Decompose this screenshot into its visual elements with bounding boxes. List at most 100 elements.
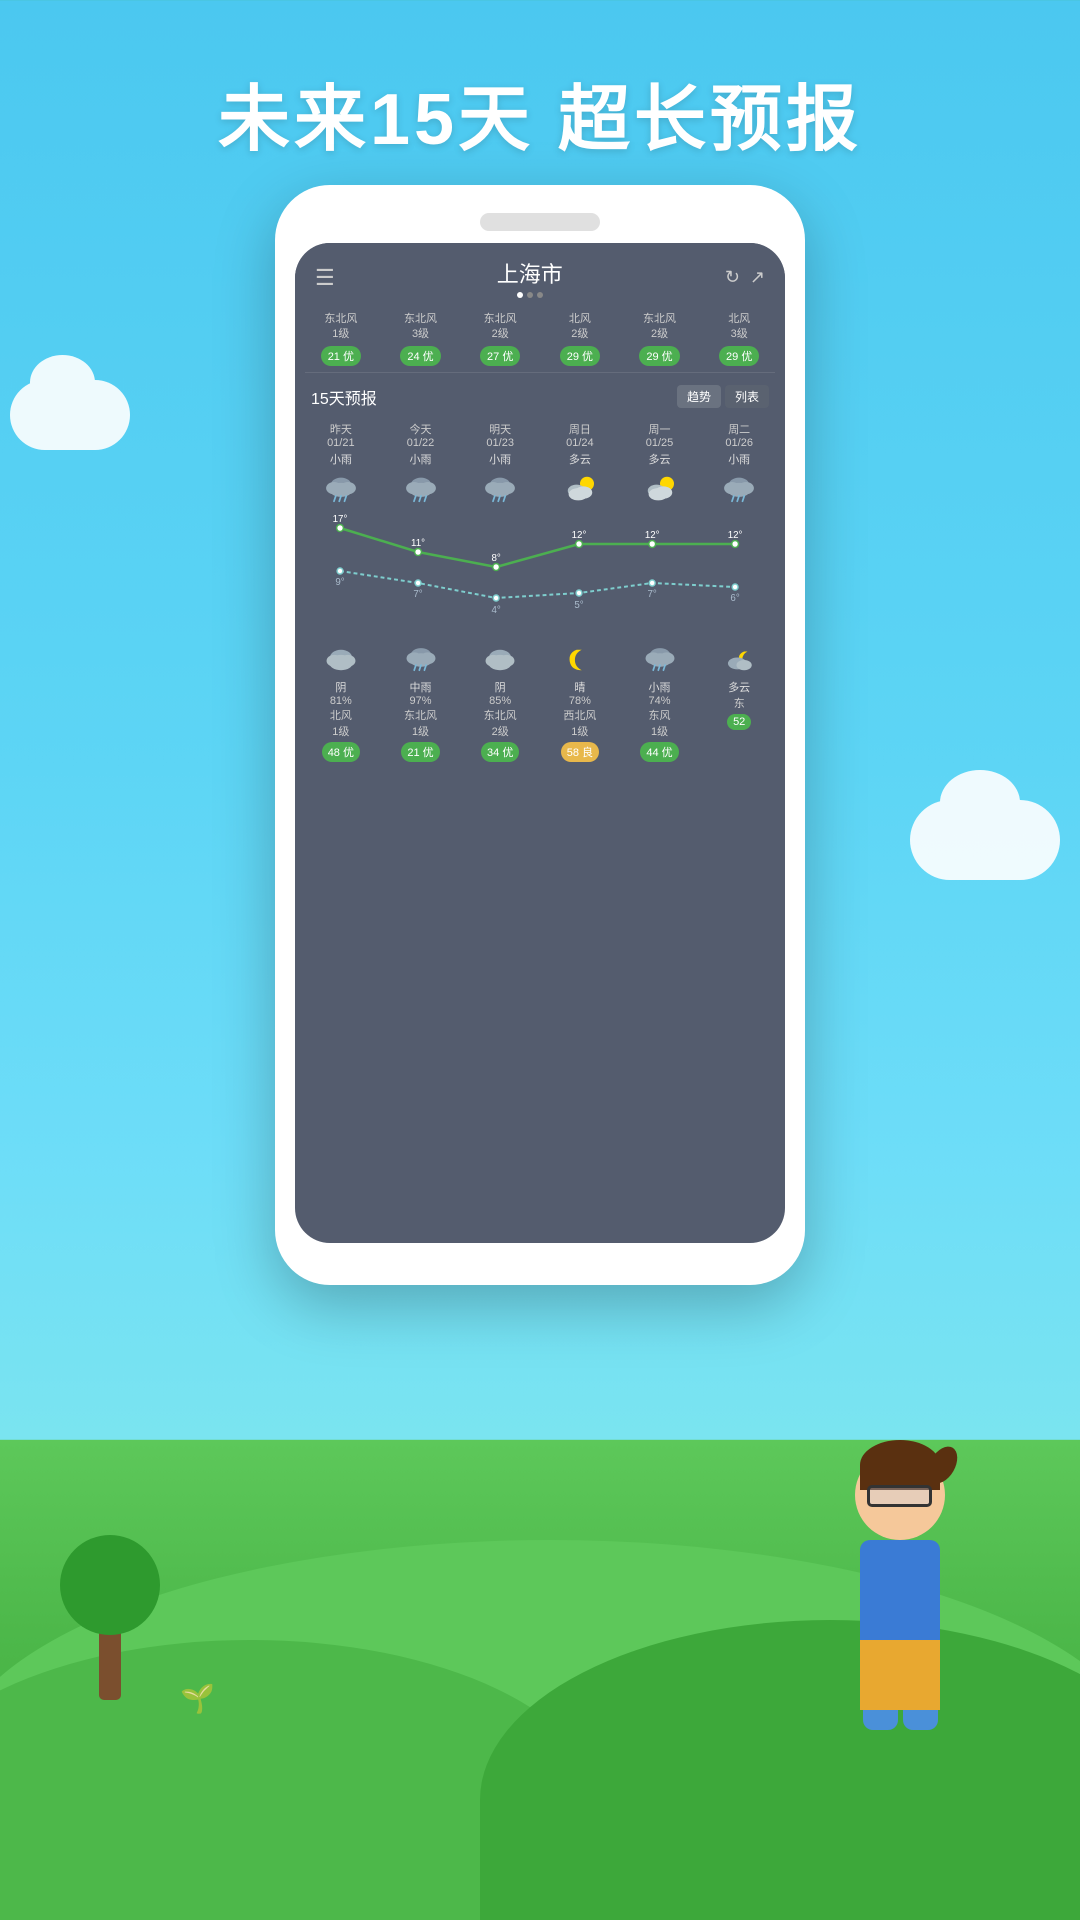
- svg-text:7°: 7°: [648, 589, 657, 600]
- day-col-1: 今天 01/22 小雨: [381, 417, 461, 513]
- bottom-icon-5: [699, 641, 779, 679]
- bottom-wind-0: 北风1级: [301, 707, 381, 739]
- day-weather-2: 小雨: [462, 451, 538, 467]
- bottom-wind-4: 东风1级: [620, 707, 700, 739]
- aqi-badge-5: 29 优: [639, 346, 679, 366]
- aqi-badge-2: 24 优: [400, 346, 440, 366]
- aqi-badge-1: 21 优: [321, 346, 361, 366]
- tab-trend[interactable]: 趋势: [677, 385, 721, 408]
- weather-icon-2: [462, 469, 538, 509]
- character-foot-right: [903, 1710, 938, 1730]
- day-date-3: 01/24: [542, 437, 618, 449]
- weather-icon-5: [701, 469, 777, 509]
- share-icon[interactable]: ↗: [750, 267, 765, 288]
- bottom-aqi-5: 52: [727, 714, 751, 730]
- aqi-badge-3: 27 优: [480, 346, 520, 366]
- page-dots: [497, 292, 563, 298]
- bottom-humidity-2: 85%: [460, 695, 540, 707]
- aqi-col-1: 东北风1级 21 优: [303, 312, 379, 366]
- bottom-wind-2: 东北风2级: [460, 707, 540, 739]
- weather-icon-1: [383, 469, 459, 509]
- svg-text:11°: 11°: [411, 538, 425, 549]
- bottom-aqi-2: 34 优: [481, 742, 519, 762]
- wind-2: 东北风3级: [383, 312, 459, 343]
- day-weather-5: 小雨: [701, 451, 777, 467]
- svg-text:8°: 8°: [491, 553, 500, 564]
- phone-notch: [480, 213, 600, 231]
- dot-3: [537, 292, 543, 298]
- svg-text:4°: 4°: [491, 605, 500, 616]
- day-col-0: 昨天 01/21 小雨: [301, 417, 381, 513]
- wind-4: 北风2级: [542, 312, 618, 343]
- bottom-wind-5: 东: [699, 695, 779, 711]
- temp-svg: 17° 11° 8° 12° 12° 12° 9° 7° 4° 5° 7° 6°: [301, 513, 779, 633]
- cloud-left: [10, 380, 130, 450]
- aqi-col-4: 北风2级 29 优: [542, 312, 618, 366]
- bottom-condition-4: 小雨: [620, 679, 700, 695]
- character-body: [860, 1540, 940, 1640]
- dot-2: [527, 292, 533, 298]
- tab-list[interactable]: 列表: [725, 385, 769, 408]
- day-label-4: 周一: [622, 421, 698, 437]
- character-foot-left: [863, 1710, 898, 1730]
- wind-5: 东北风2级: [622, 312, 698, 343]
- temp-chart: 17° 11° 8° 12° 12° 12° 9° 7° 4° 5° 7° 6°: [301, 513, 779, 633]
- dot-1: [517, 292, 523, 298]
- wind-1: 东北风1级: [303, 312, 379, 343]
- day-weather-3: 多云: [542, 451, 618, 467]
- bottom-details-row: 阴 81% 北风1级 48 优: [295, 633, 785, 766]
- bottom-aqi-3: 58 良: [561, 742, 599, 762]
- app-header: ☰ 上海市 ↻ ↗: [295, 243, 785, 306]
- cloud-right: [910, 800, 1060, 880]
- wind-6: 北风3级: [701, 312, 777, 343]
- bottom-icon-0: [301, 641, 381, 679]
- forecast-header: 15天预报 趋势 列表: [295, 373, 785, 417]
- days-row-labels: 昨天 01/21 小雨 今天 01/22: [295, 417, 785, 513]
- aqi-badge-4: 29 优: [560, 346, 600, 366]
- day-date-4: 01/25: [622, 437, 698, 449]
- day-date-2: 01/23: [462, 437, 538, 449]
- header-actions: ↻ ↗: [725, 267, 765, 288]
- svg-text:17°: 17°: [333, 514, 348, 525]
- svg-text:12°: 12°: [572, 530, 587, 541]
- aqi-badge-6: 29 优: [719, 346, 759, 366]
- character-pants: [860, 1640, 940, 1710]
- tree-trunk: [99, 1630, 121, 1700]
- day-date-1: 01/22: [383, 437, 459, 449]
- bottom-humidity-3: 78%: [540, 695, 620, 707]
- bottom-col-2: 阴 85% 东北风2级 34 优: [460, 641, 540, 762]
- svg-text:12°: 12°: [645, 530, 660, 541]
- bottom-col-5: 多云 东 52: [699, 641, 779, 762]
- aqi-col-2: 东北风3级 24 优: [383, 312, 459, 366]
- main-title: 未来15天 超长预报: [0, 60, 1080, 165]
- menu-icon[interactable]: ☰: [315, 265, 335, 291]
- bottom-icon-4: [620, 641, 700, 679]
- bottom-condition-2: 阴: [460, 679, 540, 695]
- day-label-0: 昨天: [303, 421, 379, 437]
- bottom-wind-1: 东北风1级: [381, 707, 461, 739]
- day-col-2: 明天 01/23 小雨: [460, 417, 540, 513]
- bottom-wind-3: 西北风1级: [540, 707, 620, 739]
- bottom-condition-5: 多云: [699, 679, 779, 695]
- day-label-3: 周日: [542, 421, 618, 437]
- bottom-col-4: 小雨 74% 东风1级 44 优: [620, 641, 700, 762]
- refresh-icon[interactable]: ↻: [725, 267, 740, 288]
- character-head: [855, 1450, 945, 1540]
- day-date-5: 01/26: [701, 437, 777, 449]
- bottom-icon-1: [381, 641, 461, 679]
- svg-text:12°: 12°: [728, 530, 743, 541]
- weather-icon-3: [542, 469, 618, 509]
- bottom-aqi-0: 48 优: [322, 742, 360, 762]
- day-date-0: 01/21: [303, 437, 379, 449]
- tree-crown: [60, 1535, 160, 1635]
- day-weather-0: 小雨: [303, 451, 379, 467]
- bottom-condition-1: 中雨: [381, 679, 461, 695]
- weather-icon-0: [303, 469, 379, 509]
- day-col-3: 周日 01/24 多云: [540, 417, 620, 513]
- bottom-aqi-1: 21 优: [401, 742, 439, 762]
- bottom-col-1: 中雨 97% 东北风1级 21 优: [381, 641, 461, 762]
- aqi-col-5: 东北风2级 29 优: [622, 312, 698, 366]
- city-name: 上海市: [497, 257, 563, 289]
- aqi-row: 东北风1级 21 优 东北风3级 24 优 东北风2级 27 优 北风2级 29…: [295, 306, 785, 372]
- svg-text:9°: 9°: [335, 577, 344, 588]
